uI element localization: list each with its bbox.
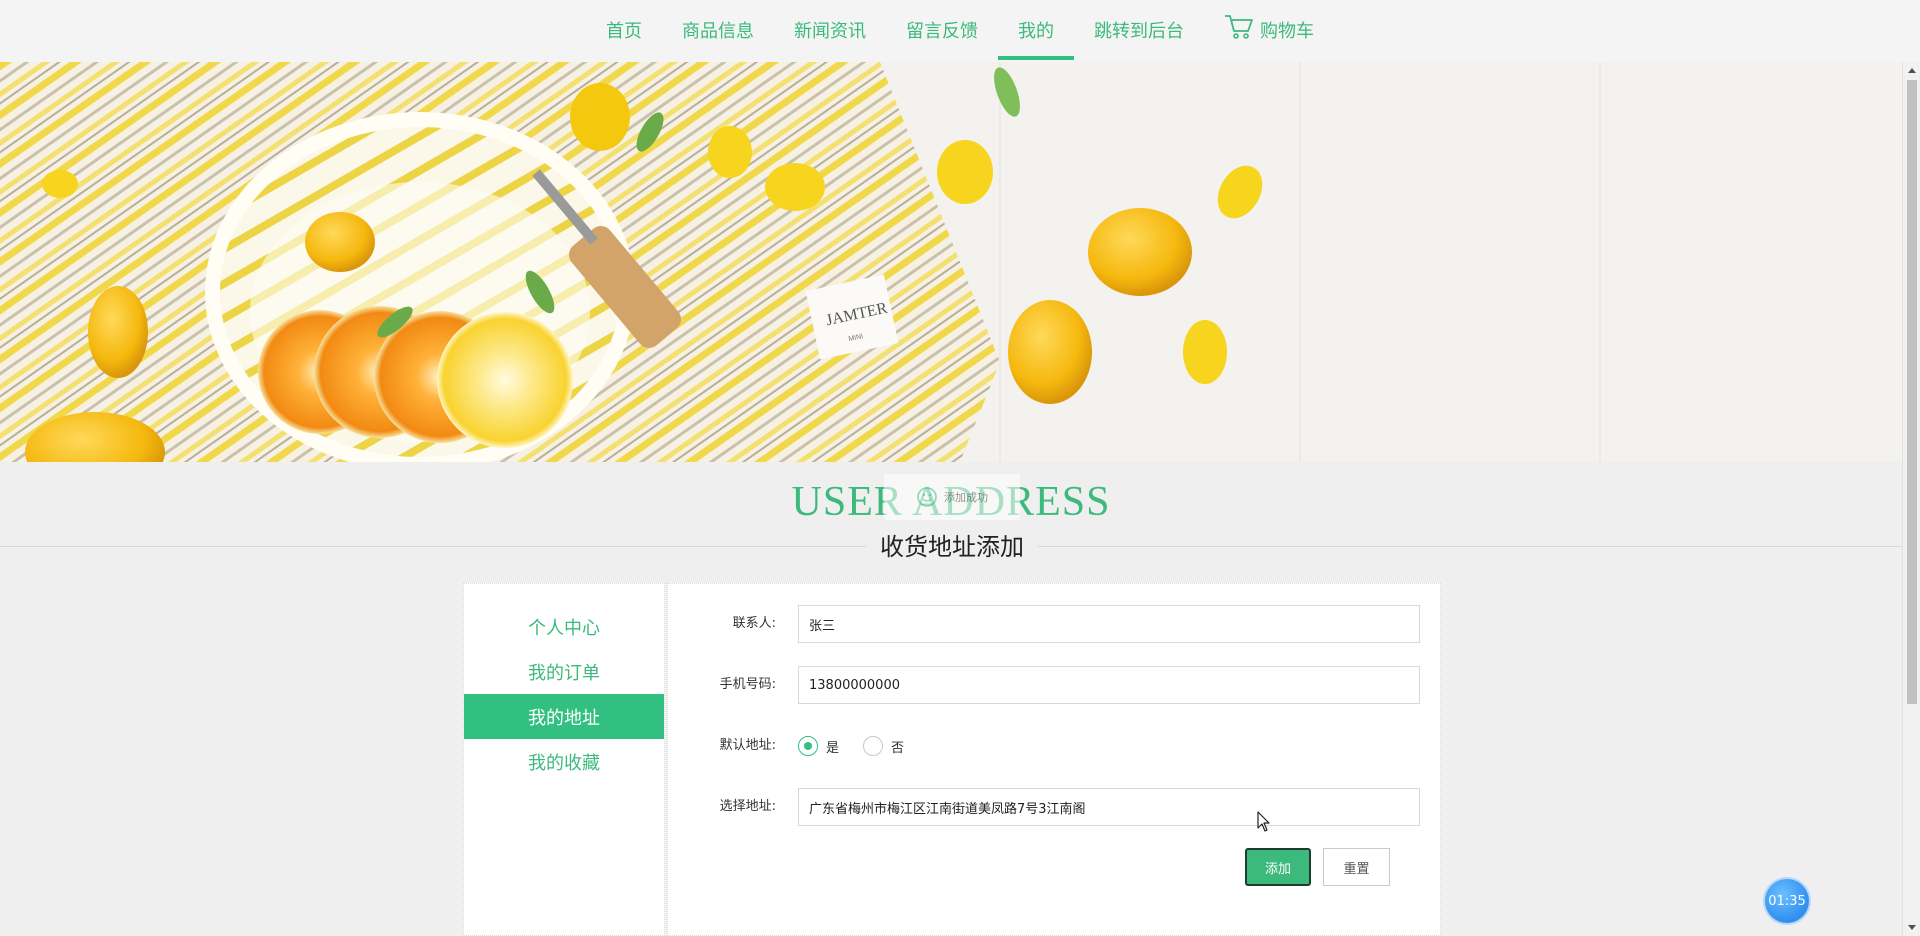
- sidebar-item-address[interactable]: 我的地址: [464, 694, 664, 739]
- contact-input[interactable]: [798, 605, 1420, 643]
- nav-label: 我的: [1018, 21, 1054, 42]
- sidebar-item-favorites[interactable]: 我的收藏: [464, 739, 664, 784]
- radio-yes-label: 是: [826, 740, 840, 756]
- contact-row: 联系人:: [668, 605, 1442, 643]
- page-scrollbar[interactable]: [1902, 62, 1920, 936]
- success-toast: 添加成功: [884, 474, 1020, 520]
- nav-item-feedback[interactable]: 留言反馈: [886, 0, 998, 60]
- default-address-label: 默认地址:: [719, 738, 776, 753]
- nav-label: 购物车: [1260, 21, 1314, 42]
- page: 首页 商品信息 新闻资讯 留言反馈 我的 跳转到后台 购物车 JAMTER MI…: [0, 0, 1920, 936]
- sidebar-item-label: 个人中心: [528, 617, 600, 639]
- mouse-cursor-icon: [1257, 811, 1270, 832]
- nav-item-products[interactable]: 商品信息: [662, 0, 774, 60]
- address-input[interactable]: [798, 788, 1420, 826]
- sidebar-item-profile[interactable]: 个人中心: [464, 604, 664, 649]
- section-title-cn: 收货地址添加: [866, 531, 1038, 563]
- scroll-down-icon[interactable]: [1908, 925, 1916, 930]
- timer-badge[interactable]: 01:35: [1765, 879, 1809, 923]
- nav-item-home[interactable]: 首页: [586, 0, 662, 60]
- radio-unchecked-icon[interactable]: [863, 736, 884, 756]
- radio-no[interactable]: 否: [863, 736, 904, 756]
- sidebar-item-orders[interactable]: 我的订单: [464, 649, 664, 694]
- banner-image: JAMTER MINI: [0, 62, 1920, 462]
- nav-label: 商品信息: [682, 21, 754, 42]
- nav-label: 新闻资讯: [794, 21, 866, 42]
- smile-icon: [917, 487, 937, 507]
- default-address-radio-group: 是 否: [798, 727, 928, 765]
- sidebar-item-label: 我的订单: [528, 662, 600, 684]
- contact-label: 联系人:: [732, 616, 776, 631]
- address-row: 选择地址:: [668, 788, 1442, 826]
- default-address-row: 默认地址: 是 否: [668, 727, 1442, 765]
- address-form: 联系人: 手机号码: 默认地址: 是 否 选择地址: 添加: [667, 583, 1441, 936]
- nav-item-admin[interactable]: 跳转到后台: [1074, 0, 1204, 60]
- address-label: 选择地址:: [719, 799, 776, 814]
- phone-input[interactable]: [798, 666, 1420, 704]
- nav-item-cart[interactable]: 购物车: [1204, 0, 1334, 60]
- scroll-up-icon[interactable]: [1908, 68, 1916, 73]
- sidebar-item-label: 我的地址: [528, 707, 600, 729]
- phone-label: 手机号码:: [719, 677, 776, 692]
- user-sidebar: 个人中心 我的订单 我的地址 我的收藏: [463, 583, 665, 936]
- add-button[interactable]: 添加: [1245, 848, 1311, 886]
- toast-text: 添加成功: [944, 491, 988, 504]
- nav-item-mine[interactable]: 我的: [998, 0, 1074, 60]
- radio-yes[interactable]: 是: [798, 736, 839, 756]
- radio-no-label: 否: [891, 740, 905, 756]
- timer-text: 01:35: [1768, 893, 1806, 909]
- sidebar-item-label: 我的收藏: [528, 752, 600, 774]
- nav-label: 跳转到后台: [1094, 21, 1184, 42]
- phone-row: 手机号码:: [668, 666, 1442, 704]
- cart-icon: [1225, 15, 1253, 39]
- radio-checked-icon[interactable]: [798, 736, 818, 756]
- scroll-thumb[interactable]: [1907, 80, 1917, 704]
- top-nav: 首页 商品信息 新闻资讯 留言反馈 我的 跳转到后台 购物车: [0, 0, 1920, 62]
- nav-item-news[interactable]: 新闻资讯: [774, 0, 886, 60]
- nav-label: 留言反馈: [906, 21, 978, 42]
- nav-label: 首页: [606, 21, 642, 42]
- reset-button[interactable]: 重置: [1323, 848, 1390, 886]
